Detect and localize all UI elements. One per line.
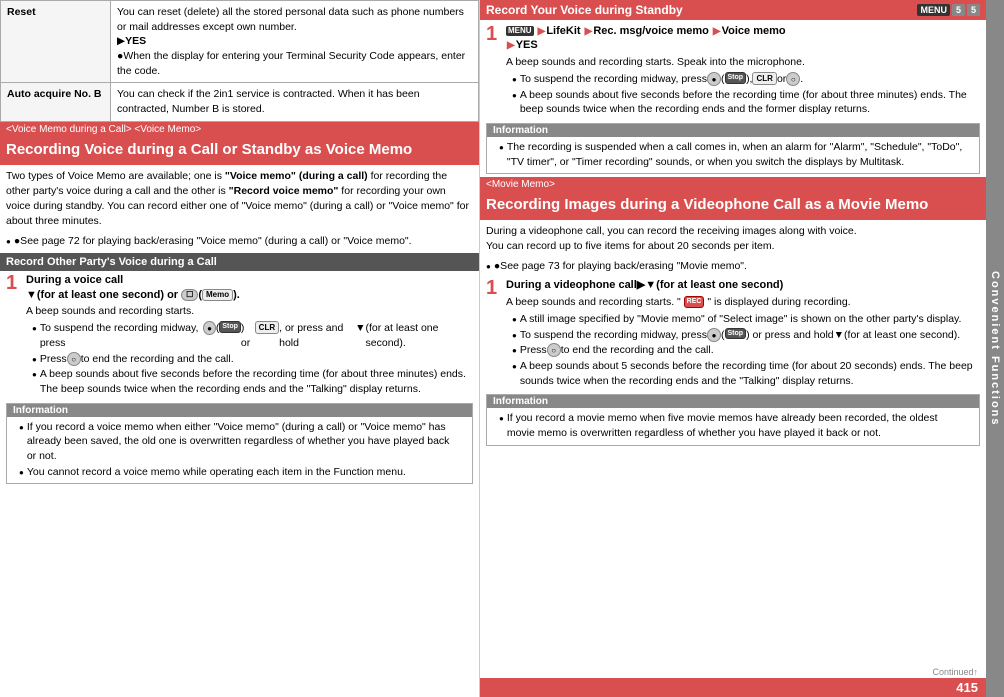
info-box-right1-content: The recording is suspended when a call c… (487, 137, 979, 173)
clr-key: CLR (255, 321, 279, 334)
table-cell-reset-content: You can reset (delete) all the stored pe… (111, 1, 479, 83)
arrow1: ▶ (538, 25, 546, 38)
menu-label: MENU (917, 4, 950, 16)
see-page-72: ●See page 72 for playing back/erasing "V… (0, 234, 479, 250)
step1-movie-desc: A beep sounds and recording starts. " RE… (506, 293, 980, 312)
page-footer: Continued↑ 415 (480, 666, 986, 697)
num5-2: 5 (967, 4, 980, 16)
info-left-item1: If you record a voice memo when either "… (13, 420, 466, 465)
down-arrow-icon: ▼ (26, 289, 37, 301)
step1-desc: A beep sounds and recording starts. (26, 302, 473, 321)
step1-movie-bullet3: Press ○ to end the recording and the cal… (506, 343, 980, 359)
down-key-movie: ▼ (645, 279, 656, 291)
table-cell-auto-content: You can check if the 2in1 service is con… (111, 83, 479, 121)
step-number-1-right: 1 (486, 24, 502, 44)
step1-bullet3: A beep sounds about five seconds before … (26, 367, 473, 397)
arrow4: ▶ (507, 39, 515, 52)
continued-label: Continued↑ (480, 666, 986, 678)
step-action-1-movie: During a videophone call▶▼(for at least … (506, 278, 980, 292)
end-btn: ○ (67, 352, 81, 366)
end-btn-m: ○ (547, 343, 561, 357)
step-content-1-right: MENU ▶LifeKit ▶Rec. msg/voice memo ▶Voic… (506, 24, 980, 118)
step-content-1-left: During a voice call ▼(for at least one s… (26, 273, 473, 397)
step1-movie-bullet2: To suspend the recording midway, press ●… (506, 328, 980, 344)
down-arrow-hold: ▼ (355, 321, 365, 336)
step1-left: 1 During a voice call ▼(for at least one… (0, 271, 479, 399)
breadcrumb-voice-memo: <Voice Memo during a Call> <Voice Memo> (0, 122, 479, 137)
step-number-1-movie: 1 (486, 278, 502, 298)
rec-icon: REC (684, 296, 705, 308)
info-box-right1-header: Information (487, 124, 979, 137)
step1-right-bullet2: A beep sounds about five seconds before … (506, 88, 980, 118)
table-cell-reset-header: Reset (1, 1, 111, 83)
clr-key-r1: CLR (752, 72, 776, 85)
standby-header-bar: Record Your Voice during Standby MENU 5 … (480, 0, 986, 20)
breadcrumb-movie-memo: <Movie Memo> (480, 177, 986, 192)
info-right1-item1: The recording is suspended when a call c… (493, 140, 973, 170)
body-text-intro: Two types of Voice Memo are available; o… (0, 165, 479, 234)
info-box-right2-content: If you record a movie memo when five mov… (487, 408, 979, 444)
table-row-reset: Reset You can reset (delete) all the sto… (1, 1, 479, 83)
step1-movie-bullet4: A beep sounds about 5 seconds before the… (506, 359, 980, 389)
table-row-auto: Auto acquire No. B You can check if the … (1, 83, 479, 121)
page-number: 415 (480, 678, 986, 697)
step1-bullet1: To suspend the recording midway, press ●… (26, 321, 473, 351)
info-right2-item1: If you record a movie memo when five mov… (493, 411, 973, 441)
menu-55-badge: MENU 5 5 (917, 4, 980, 16)
memo-button: Memo (202, 289, 233, 301)
step1-movie-bullet1: A still image specified by "Movie memo" … (506, 312, 980, 328)
menu-icon-right: MENU (506, 26, 534, 36)
side-label: Convenient Functions (986, 0, 1004, 697)
step1-right: 1 MENU ▶LifeKit ▶Rec. msg/voice memo ▶Vo… (480, 20, 986, 120)
stop-icon-r1: Stop (725, 72, 747, 84)
table-cell-auto-header: Auto acquire No. B (1, 83, 111, 121)
info-box-right2: Information If you record a movie memo w… (486, 394, 980, 445)
info-left-item2: You cannot record a voice memo while ope… (13, 465, 466, 481)
step1-movie: 1 During a videophone call▶▼(for at leas… (480, 274, 986, 391)
section-title-movie: Recording Images during a Videophone Cal… (480, 192, 986, 220)
arrow2: ▶ (585, 25, 593, 38)
step-action-1-right: MENU ▶LifeKit ▶Rec. msg/voice memo ▶Voic… (506, 24, 980, 53)
info-table: Reset You can reset (delete) all the sto… (0, 0, 479, 122)
step1-right-desc: A beep sounds and recording starts. Spea… (506, 53, 980, 72)
down-arrow-m: ▼ (834, 328, 844, 343)
step-number-1-left: 1 (6, 273, 22, 293)
info-box-right2-header: Information (487, 395, 979, 408)
step1-right-bullet1: To suspend the recording midway, press ●… (506, 72, 980, 88)
standby-title: Record Your Voice during Standby (486, 3, 917, 17)
info-box-right1: Information The recording is suspended w… (486, 123, 980, 174)
arrow3: ▶ (713, 25, 721, 38)
subsection-record-other: Record Other Party's Voice during a Call (0, 253, 479, 271)
info-box-left: Information If you record a voice memo w… (6, 403, 473, 485)
left-panel: Reset You can reset (delete) all the sto… (0, 0, 480, 697)
info-box-left-content: If you record a voice memo when either "… (7, 417, 472, 484)
circle-btn-r1: ● (707, 72, 721, 86)
section-title-recording: Recording Voice during a Call or Standby… (0, 137, 479, 165)
step1-bullet2: Press ○ to end the recording and the cal… (26, 352, 473, 368)
right-panel: Record Your Voice during Standby MENU 5 … (480, 0, 1004, 697)
circle-stop-btn: ● (203, 321, 215, 335)
see-page-73: ●See page 73 for playing back/erasing "M… (480, 259, 986, 275)
num5-1: 5 (952, 4, 965, 16)
stop-icon-m1: Stop (725, 328, 747, 340)
body-text-movie: During a videophone call, you can record… (480, 220, 986, 258)
step-action-1-left: During a voice call ▼(for at least one s… (26, 273, 473, 302)
info-box-left-header: Information (7, 404, 472, 417)
right-content: Record Your Voice during Standby MENU 5 … (480, 0, 986, 697)
end-btn-r1: ○ (786, 72, 800, 86)
right-inner: Record Your Voice during Standby MENU 5 … (480, 0, 1004, 697)
step-content-1-movie: During a videophone call▶▼(for at least … (506, 278, 980, 389)
circle-btn-m1: ● (707, 328, 721, 342)
mail-button: ☐ (181, 289, 198, 301)
stop-icon: Stop (219, 321, 241, 333)
